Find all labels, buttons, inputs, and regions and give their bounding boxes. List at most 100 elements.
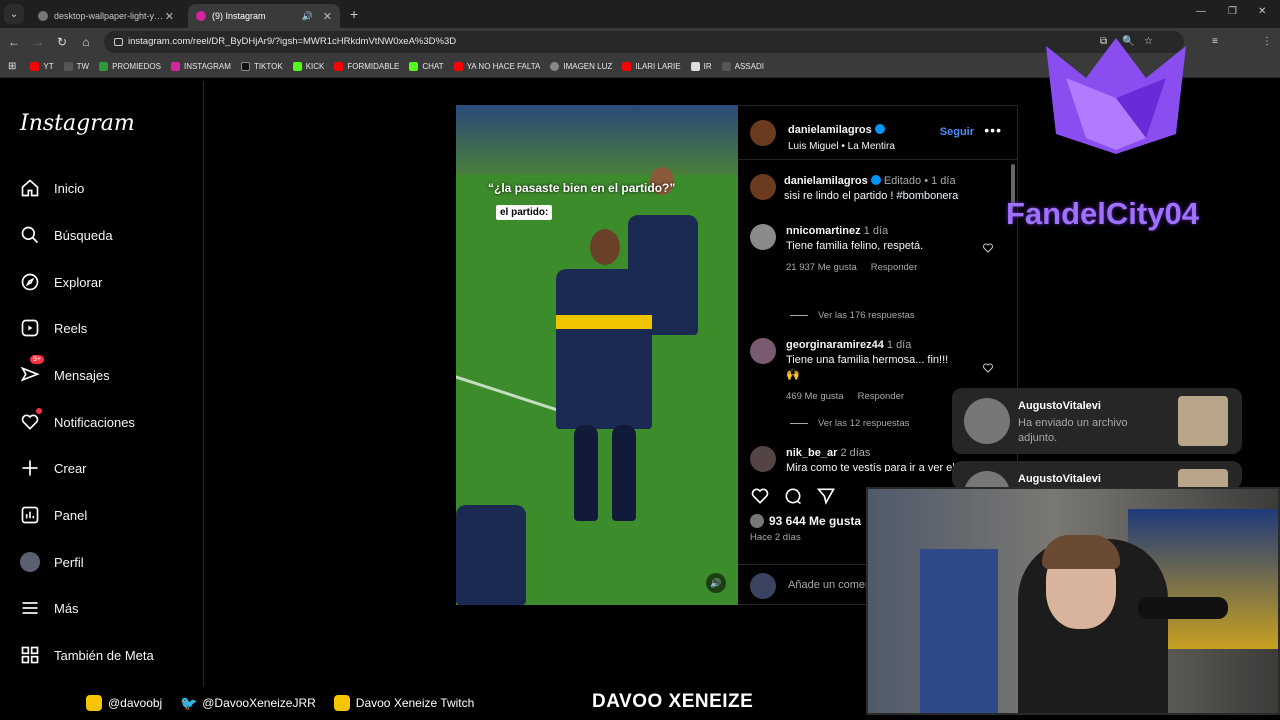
sidebar-item-meta[interactable]: También de Meta	[20, 641, 154, 669]
home-browser-icon[interactable]: ⌂	[74, 35, 98, 49]
commenter-avatar[interactable]	[750, 224, 776, 250]
comment-username[interactable]: georginaramirez44	[786, 339, 884, 351]
sidebar-item-perfil[interactable]: Perfil	[20, 548, 84, 576]
tab-bar: ⌄ desktop-wallpaper-light-yellow ✕ (9) I…	[0, 0, 1280, 28]
like-count[interactable]: 93 644 Me gusta	[750, 514, 861, 528]
channel-name: FandelCity04	[1006, 196, 1199, 231]
post-date: Hace 2 días	[750, 532, 801, 543]
view-replies-button[interactable]: Ver las 12 respuestas	[790, 418, 909, 429]
tab-instagram[interactable]: (9) Instagram 🔊 ✕	[188, 4, 340, 28]
comment-likes[interactable]: 469 Me gusta	[786, 391, 844, 402]
hashtag-link[interactable]: #bombonera	[897, 190, 959, 202]
social-label: @davoobj	[108, 696, 163, 710]
bookmark-imagen-luz[interactable]: IMAGEN LUZ	[550, 62, 612, 71]
verified-icon	[870, 175, 881, 185]
reload-icon[interactable]: ↻	[50, 35, 74, 49]
bookmark-formidable[interactable]: FORMIDABLE	[334, 62, 399, 71]
volume-icon[interactable]: 🔊	[706, 573, 726, 593]
view-replies-button[interactable]: Ver las 176 respuestas	[790, 310, 915, 321]
bookmark-ir[interactable]: IR	[690, 62, 712, 71]
media-icon[interactable]: ≡	[1212, 36, 1218, 47]
url-input[interactable]: instagram.com/reel/DR_ByDHjAr9/?igsh=MWR…	[104, 31, 1184, 53]
close-window-icon[interactable]: ✕	[1258, 6, 1266, 17]
comment-time: 1 día	[863, 225, 889, 237]
comment: nnicomartinez 1 día Tiene familia felino…	[750, 224, 1000, 275]
bookmark-tw[interactable]: TW	[63, 62, 89, 71]
minimize-icon[interactable]: —	[1196, 6, 1206, 17]
sidebar-item-mas[interactable]: Más	[20, 594, 79, 622]
caption-username[interactable]: danielamilagros	[784, 175, 868, 187]
bookmark-chat[interactable]: CHAT	[409, 62, 444, 71]
instagram-logo[interactable]: Instagram	[20, 111, 135, 136]
sidebar-item-label: Búsqueda	[54, 227, 113, 243]
sidebar-item-mensajes[interactable]: 9+ Mensajes	[20, 355, 110, 389]
commenter-avatar[interactable]	[750, 338, 776, 364]
back-icon[interactable]: ←	[2, 35, 26, 49]
notification-sender: AugustoVitalevi	[1018, 473, 1101, 485]
youtube-icon	[453, 62, 463, 71]
follow-button[interactable]: Seguir	[940, 126, 974, 138]
kick-icon	[409, 62, 419, 71]
like-comment-icon[interactable]	[982, 242, 994, 254]
more-options-icon[interactable]: •••	[984, 122, 1002, 138]
bookmark-assadi[interactable]: ASSADI	[721, 62, 764, 71]
new-tab-button[interactable]: +	[350, 6, 358, 22]
forward-icon[interactable]: →	[26, 35, 50, 49]
view-replies-label: Ver las 12 respuestas	[818, 418, 910, 429]
tab-label: desktop-wallpaper-light-yellow	[54, 11, 165, 21]
like-comment-icon[interactable]	[982, 362, 994, 374]
author-username[interactable]: danielamilagros	[788, 124, 872, 136]
x-icon	[63, 62, 73, 71]
poster	[920, 549, 998, 713]
verified-icon	[874, 124, 885, 134]
sidebar-item-panel[interactable]: Panel	[20, 501, 87, 529]
bookmark-kick[interactable]: KICK	[292, 62, 324, 71]
bookmark-ya-no-hace-falta[interactable]: YA NO HACE FALTA	[453, 62, 540, 71]
tab-wallpaper[interactable]: desktop-wallpaper-light-yellow ✕	[30, 4, 182, 28]
comment-likes[interactable]: 21 937 Me gusta	[786, 262, 857, 273]
bookmark-ilari-larie[interactable]: ILARI LARIE	[622, 62, 681, 71]
sidebar-item-busqueda[interactable]: Búsqueda	[20, 221, 113, 249]
commenter-avatar[interactable]	[750, 446, 776, 472]
player-head	[590, 229, 620, 265]
close-tab-icon[interactable]: ✕	[323, 10, 332, 23]
reply-button[interactable]: Responder	[871, 262, 917, 273]
sidebar-item-crear[interactable]: Crear	[20, 454, 87, 482]
audio-icon[interactable]: 🔊	[302, 11, 313, 22]
comment-username[interactable]: nik_be_ar	[786, 447, 837, 459]
comment-icon[interactable]	[783, 486, 803, 506]
message-notification[interactable]: AugustoVitalevi	[952, 461, 1242, 489]
reel-video[interactable]: “¿la pasaste bien en el partido?” el par…	[456, 105, 738, 605]
notification-dot	[36, 408, 42, 414]
sidebar-item-label: Explorar	[54, 274, 103, 290]
audio-artist[interactable]: Luis Miguel	[788, 141, 839, 152]
kebab-menu-icon[interactable]: ⋮	[1262, 36, 1272, 47]
caption: danielamilagros Editado • 1 día sisi re …	[750, 174, 1000, 204]
audio-song[interactable]: La Mentira	[848, 141, 895, 152]
tab-search-button[interactable]: ⌄	[4, 4, 24, 24]
unread-badge: 9+	[30, 355, 44, 364]
site-info-icon[interactable]	[114, 38, 123, 46]
apps-grid-icon[interactable]: ⊞	[8, 61, 16, 72]
close-tab-icon[interactable]: ✕	[165, 10, 174, 23]
bookmark-tiktok[interactable]: TIKTOK	[240, 62, 283, 71]
sidebar-item-label: También de Meta	[54, 647, 154, 663]
restore-icon[interactable]: ❐	[1228, 6, 1237, 17]
bookmark-instagram[interactable]: INSTAGRAM	[170, 62, 231, 71]
bookmark-yt[interactable]: YT	[30, 62, 54, 71]
instagram-icon	[86, 695, 102, 711]
author-avatar[interactable]	[750, 120, 776, 146]
reply-button[interactable]: Responder	[858, 391, 904, 402]
like-icon[interactable]	[750, 486, 770, 506]
sidebar-item-inicio[interactable]: Inicio	[20, 174, 84, 202]
message-notification[interactable]: AugustoVitalevi Ha enviado un archivo ad…	[952, 388, 1242, 454]
sidebar-item-reels[interactable]: Reels	[20, 314, 87, 342]
sidebar-item-explorar[interactable]: Explorar	[20, 268, 102, 296]
sidebar-item-notificaciones[interactable]: Notificaciones	[20, 408, 135, 436]
author-avatar[interactable]	[750, 174, 776, 200]
comment-username[interactable]: nnicomartinez	[786, 225, 861, 237]
comment-text: Mira como te vestís para ir a ver el par…	[786, 462, 955, 472]
bookmark-promiedos[interactable]: PROMIEDOS	[99, 62, 161, 71]
sidebar: Instagram Inicio Búsqueda Explorar Reels…	[0, 81, 204, 720]
share-icon[interactable]	[816, 486, 836, 506]
